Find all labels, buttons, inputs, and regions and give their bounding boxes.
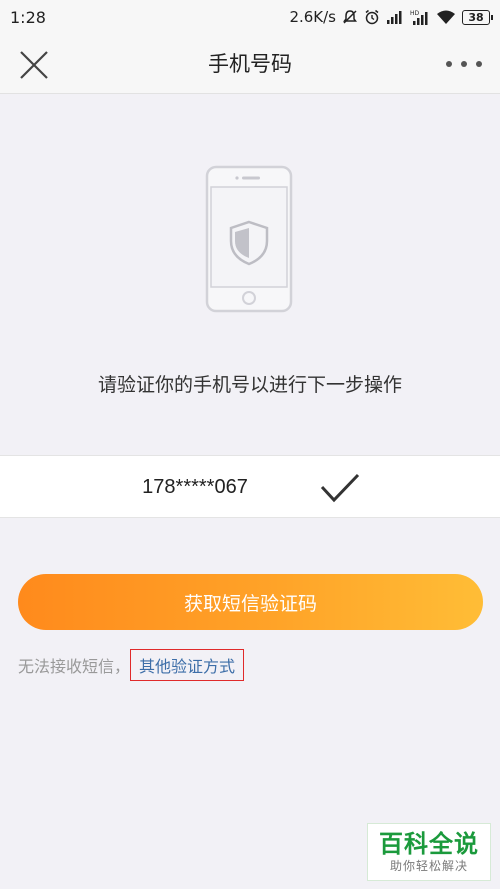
nav-bar: 手机号码	[0, 34, 500, 94]
status-icons: 2.6K/s HD 38	[289, 8, 493, 26]
more-dot	[476, 61, 482, 67]
status-time: 1:28	[10, 7, 46, 27]
phone-shield-icon	[205, 165, 293, 313]
svg-text:HD: HD	[410, 10, 420, 17]
more-icon[interactable]	[446, 54, 482, 74]
status-bar: 1:28 2.6K/s HD 38	[0, 0, 500, 34]
signal-icon	[386, 10, 404, 24]
page-title: 手机号码	[208, 52, 292, 76]
cannot-receive-sms-text: 无法接收短信，	[18, 657, 131, 676]
check-icon	[318, 471, 362, 505]
mute-alarm-icon	[342, 9, 358, 25]
watermark-logo: 百科全说 助你轻松解决	[367, 823, 491, 881]
wifi-icon	[436, 10, 456, 25]
network-speed: 2.6K/s	[289, 8, 336, 26]
battery-icon: 38	[462, 9, 493, 25]
verification-prompt: 请验证你的手机号以进行下一步操作	[97, 374, 402, 396]
alternative-verification-row: 无法接收短信， 其他验证方式	[18, 649, 245, 681]
more-dot	[461, 61, 467, 67]
phone-number-row[interactable]: 178*****067	[0, 455, 500, 518]
other-verification-link[interactable]: 其他验证方式	[130, 649, 245, 681]
more-dot	[446, 61, 452, 67]
battery-level: 38	[468, 10, 484, 24]
alarm-icon	[364, 9, 380, 25]
watermark-title: 百科全说	[379, 830, 479, 858]
get-sms-code-button[interactable]: 获取短信验证码	[18, 574, 483, 630]
watermark-subtitle: 助你轻松解决	[389, 859, 468, 873]
hd-signal-icon: HD	[410, 9, 430, 25]
